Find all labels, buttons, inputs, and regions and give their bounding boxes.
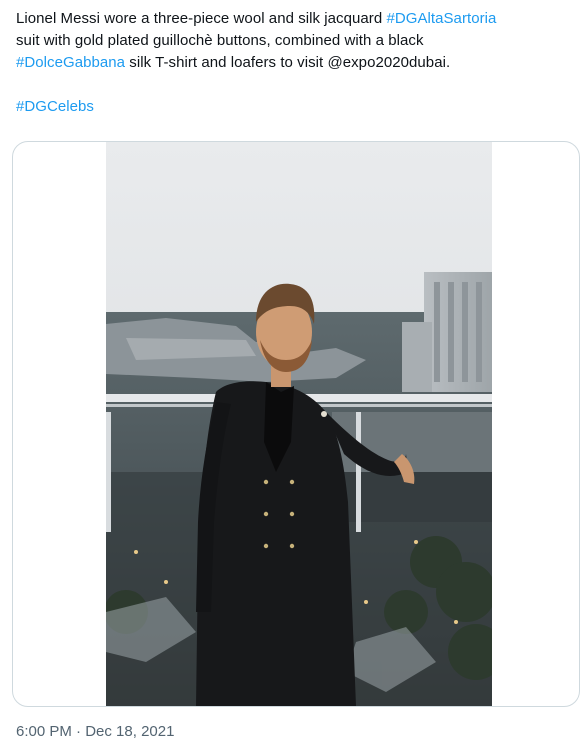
tweet-line-1: Lionel Messi wore a three-piece wool and… xyxy=(16,8,576,30)
tweet-date[interactable]: Dec 18, 2021 xyxy=(85,723,174,740)
tweet-text-segment: Lionel Messi wore a three-piece wool and… xyxy=(16,10,387,27)
mention-expo2020dubai-link[interactable]: @expo2020dubai xyxy=(327,54,446,71)
tweet-text-segment: silk T-shirt and loafers to visit xyxy=(125,54,328,71)
tweet-text: Lionel Messi wore a three-piece wool and… xyxy=(16,8,576,118)
hashtag-dgcelebs-link[interactable]: #DGCelebs xyxy=(16,98,94,115)
tweet-text-segment: suit with gold plated guillochè buttons,… xyxy=(16,32,424,49)
media-card[interactable] xyxy=(12,141,580,707)
tweet-timestamp[interactable]: 6:00 PM · Dec 18, 2021 xyxy=(16,722,174,742)
tweet-line-2: suit with gold plated guillochè buttons,… xyxy=(16,30,576,52)
tweet-photo[interactable] xyxy=(106,142,492,706)
tweet-time[interactable]: 6:00 PM xyxy=(16,723,72,740)
tweet-text-segment: . xyxy=(445,54,451,71)
tweet-line-3: #DolceGabbana silk T-shirt and loafers t… xyxy=(16,52,576,74)
hashtag-dgaltasartoria-link[interactable]: #DGAltaSartoria xyxy=(386,10,496,27)
timestamp-separator: · xyxy=(71,723,86,740)
photo-illustration xyxy=(106,142,492,706)
hashtag-dolcegabbana-link[interactable]: #DolceGabbana xyxy=(16,54,125,71)
tweet-line-4: #DGCelebs xyxy=(16,96,576,118)
